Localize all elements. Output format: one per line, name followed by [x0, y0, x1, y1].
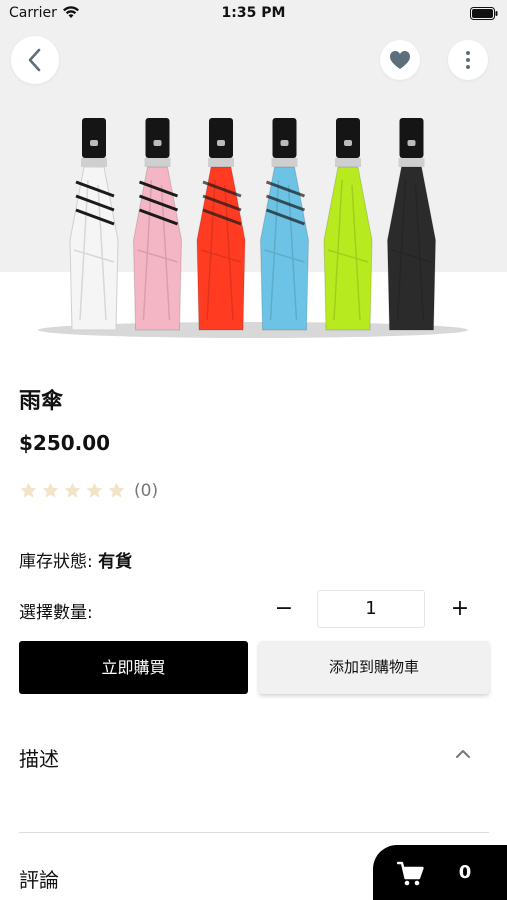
- chevron-left-icon: [28, 48, 41, 72]
- add-to-cart-button[interactable]: 添加到購物車: [259, 641, 489, 694]
- quantity-decrease-button[interactable]: −: [270, 592, 298, 626]
- status-time: 1:35 PM: [221, 5, 286, 21]
- star-icon: [64, 482, 81, 498]
- umbrella-image: [196, 118, 246, 331]
- back-button[interactable]: [11, 36, 59, 84]
- section-divider: [19, 832, 489, 833]
- star-icon: [86, 482, 103, 498]
- quantity-input[interactable]: 1: [317, 590, 425, 628]
- product-image: [38, 118, 468, 338]
- stock-status: 庫存狀態: 有貨: [19, 547, 132, 572]
- cart-count: 0: [458, 862, 472, 883]
- stock-value: 有貨: [98, 552, 133, 572]
- reviews-section-title[interactable]: 評論: [19, 864, 59, 893]
- favorite-button[interactable]: [380, 40, 420, 80]
- umbrella-image: [69, 118, 119, 331]
- shopping-cart-icon: [397, 861, 424, 886]
- status-bar: Carrier 1:35 PM: [0, 0, 507, 28]
- description-section-title[interactable]: 描述: [19, 743, 59, 772]
- cart-floating-button[interactable]: 0: [373, 845, 507, 900]
- product-title: 雨傘: [19, 389, 64, 414]
- buy-now-button[interactable]: 立即購買: [19, 641, 248, 694]
- star-icon: [20, 482, 37, 498]
- more-options-button[interactable]: [448, 40, 488, 80]
- product-image-area: [0, 0, 507, 360]
- chevron-up-icon[interactable]: [453, 747, 473, 761]
- umbrella-image: [259, 118, 310, 331]
- quantity-label: 選擇數量:: [19, 603, 93, 623]
- heart-icon: [390, 51, 410, 69]
- battery-icon: [470, 7, 498, 20]
- quantity-increase-button[interactable]: +: [446, 592, 474, 626]
- umbrella-image: [132, 118, 183, 331]
- star-icon: [108, 482, 125, 498]
- more-vertical-icon: [466, 51, 470, 69]
- review-count: (0): [134, 481, 159, 501]
- umbrella-image: [386, 118, 437, 331]
- rating-stars: [19, 481, 126, 500]
- star-icon: [42, 482, 59, 498]
- umbrella-image: [323, 118, 373, 331]
- stock-label: 庫存狀態:: [19, 552, 93, 572]
- product-price: $250.00: [19, 431, 111, 455]
